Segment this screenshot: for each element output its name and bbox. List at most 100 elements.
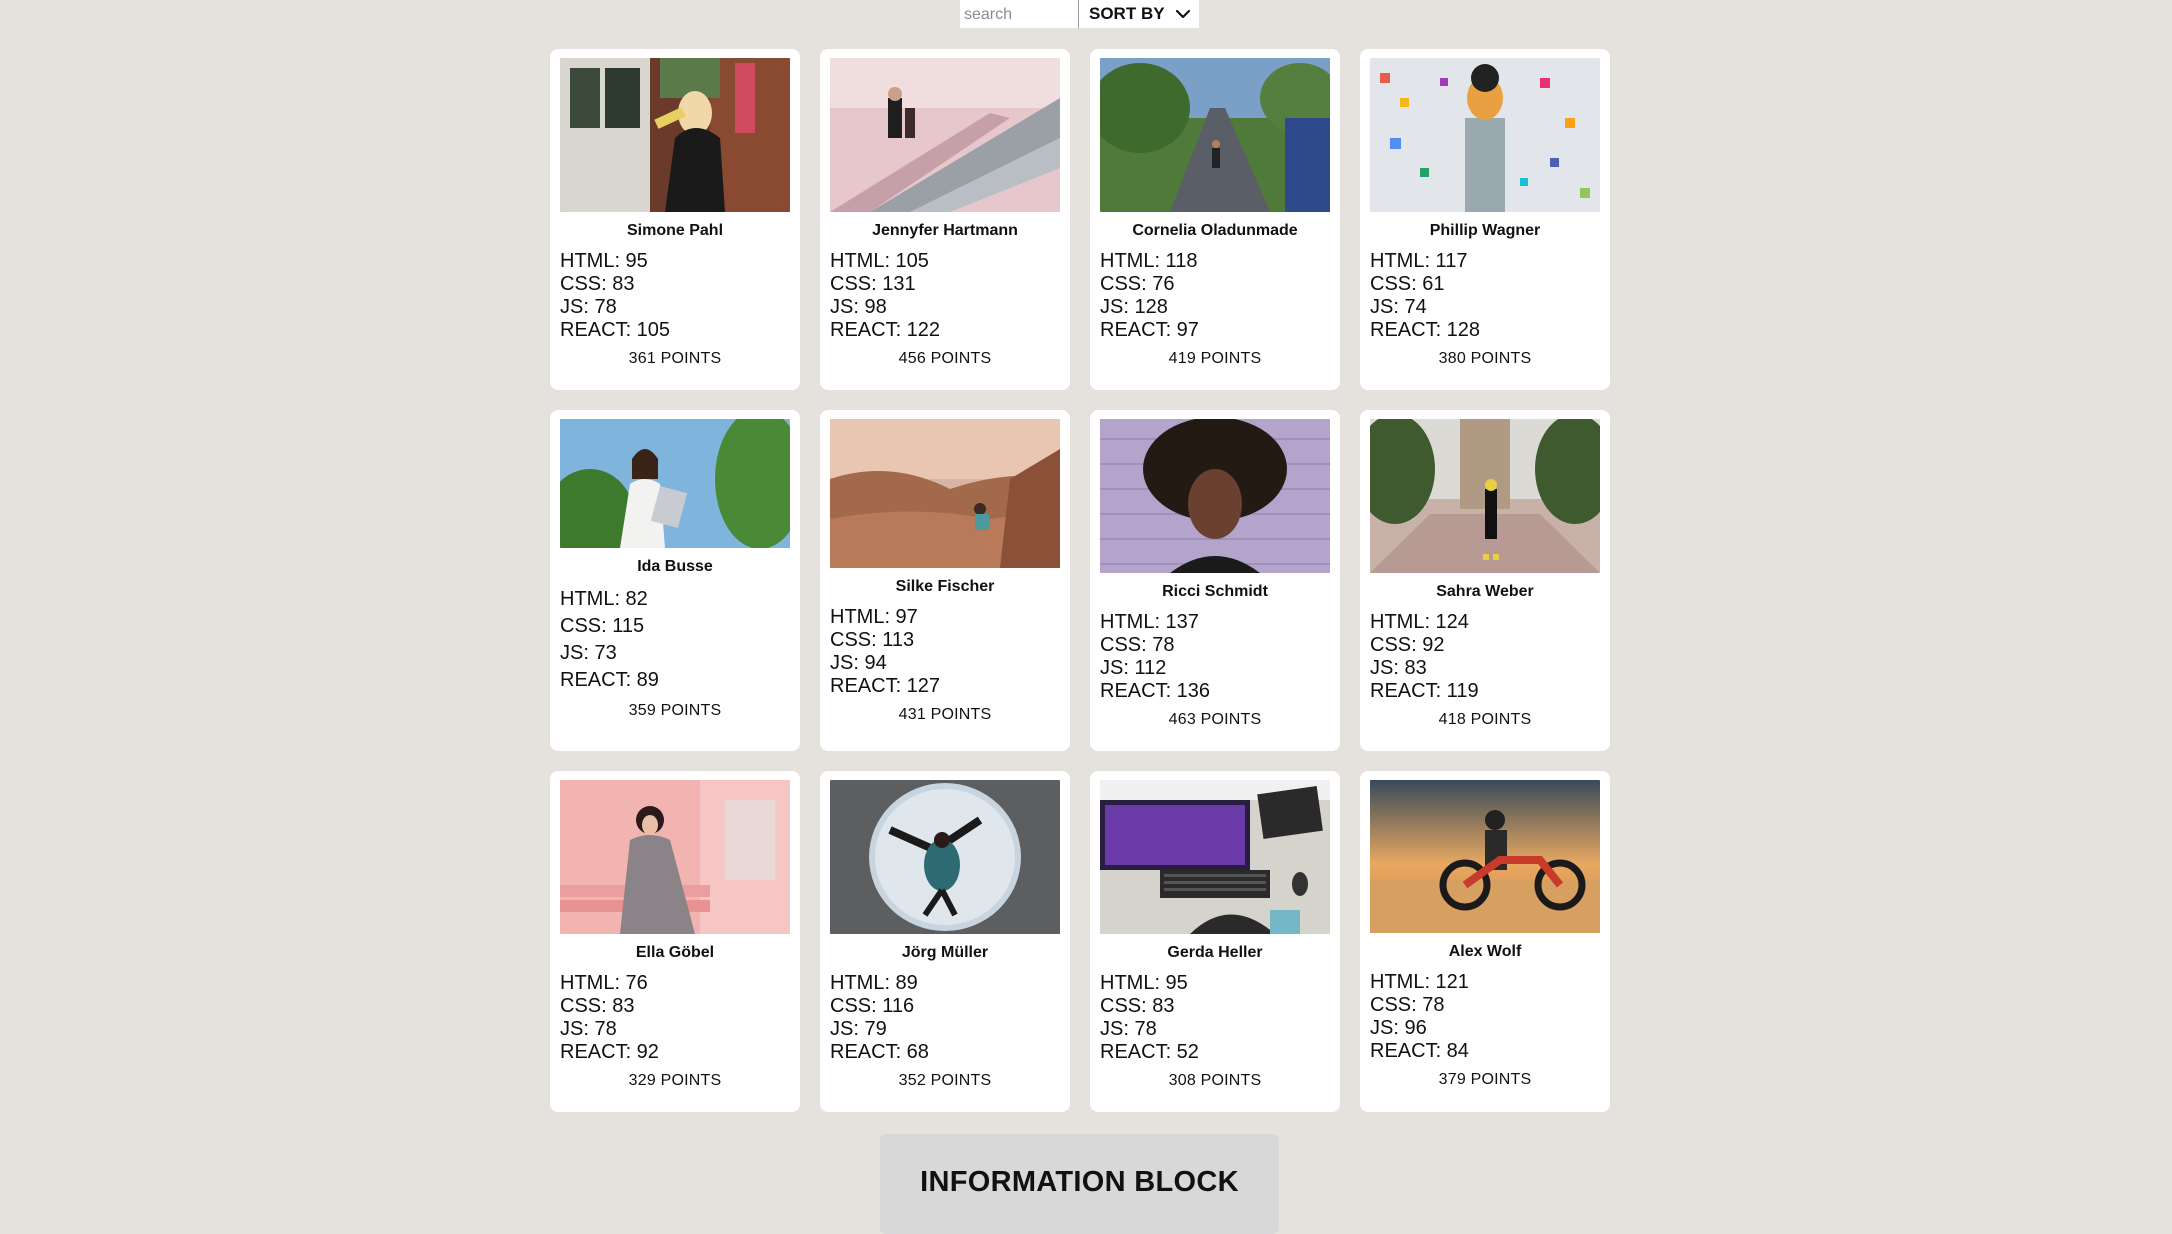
- person-name: Cornelia Oladunmade: [1132, 222, 1298, 239]
- total-points: 419 POINTS: [1168, 350, 1262, 367]
- js-score: JS: 78: [560, 296, 617, 318]
- skill-stats: HTML: 105 CSS: 131 JS: 98 REACT: 122: [830, 250, 1060, 342]
- react-score: REACT: 119: [1370, 680, 1479, 702]
- react-score: REACT: 128: [1370, 319, 1481, 341]
- css-score: CSS: 78: [1370, 994, 1445, 1016]
- css-score: CSS: 61: [1370, 273, 1445, 295]
- js-score: JS: 98: [830, 296, 887, 318]
- person-card[interactable]: Ricci Schmidt HTML: 137 CSS: 78 JS: 112 …: [1090, 410, 1340, 751]
- search-input[interactable]: [960, 0, 1079, 28]
- react-score: REACT: 136: [1100, 680, 1211, 702]
- js-score: JS: 112: [1100, 657, 1167, 679]
- person-card[interactable]: Cornelia Oladunmade HTML: 118 CSS: 76 JS…: [1090, 49, 1340, 390]
- total-points: 418 POINTS: [1438, 711, 1532, 728]
- total-points: 463 POINTS: [1168, 711, 1262, 728]
- skill-stats: HTML: 121 CSS: 78 JS: 96 REACT: 84: [1370, 971, 1600, 1063]
- css-score: CSS: 83: [560, 995, 635, 1017]
- react-score: REACT: 84: [1370, 1040, 1469, 1062]
- css-score: CSS: 115: [560, 615, 645, 637]
- html-score: HTML: 95: [560, 250, 648, 272]
- profile-photo: [560, 419, 790, 548]
- person-card[interactable]: Gerda Heller HTML: 95 CSS: 83 JS: 78 REA…: [1090, 771, 1340, 1112]
- profile-photo: [1100, 780, 1330, 934]
- html-score: HTML: 95: [1100, 972, 1188, 994]
- person-name: Ricci Schmidt: [1162, 583, 1268, 600]
- person-name: Jennyfer Hartmann: [872, 222, 1018, 239]
- skill-stats: HTML: 117 CSS: 61 JS: 74 REACT: 128: [1370, 250, 1600, 342]
- js-score: JS: 94: [830, 652, 887, 674]
- css-score: CSS: 113: [830, 629, 915, 651]
- total-points: 456 POINTS: [898, 350, 992, 367]
- html-score: HTML: 82: [560, 588, 648, 610]
- profile-photo: [830, 419, 1060, 568]
- skill-stats: HTML: 89 CSS: 116 JS: 79 REACT: 68: [830, 972, 1060, 1064]
- html-score: HTML: 76: [560, 972, 648, 994]
- total-points: 431 POINTS: [898, 706, 992, 723]
- person-card[interactable]: Phillip Wagner HTML: 117 CSS: 61 JS: 74 …: [1360, 49, 1610, 390]
- person-card[interactable]: Simone Pahl HTML: 95 CSS: 83 JS: 78 REAC…: [550, 49, 800, 390]
- html-score: HTML: 118: [1100, 250, 1198, 272]
- skill-stats: HTML: 97 CSS: 113 JS: 94 REACT: 127: [830, 606, 1060, 698]
- person-name: Phillip Wagner: [1429, 222, 1541, 239]
- css-score: CSS: 116: [830, 995, 915, 1017]
- person-name: Simone Pahl: [626, 222, 724, 239]
- css-score: CSS: 76: [1100, 273, 1175, 295]
- html-score: HTML: 121: [1370, 971, 1469, 993]
- react-score: REACT: 97: [1100, 319, 1199, 341]
- person-name: Silke Fischer: [895, 578, 995, 595]
- react-score: REACT: 52: [1100, 1041, 1199, 1063]
- skill-stats: HTML: 124 CSS: 92 JS: 83 REACT: 119: [1370, 611, 1600, 703]
- skill-stats: HTML: 118 CSS: 76 JS: 128 REACT: 97: [1100, 250, 1330, 342]
- profile-photo: [1370, 780, 1600, 933]
- profile-photo: [830, 780, 1060, 934]
- profile-photo: [1100, 419, 1330, 573]
- people-grid: Simone Pahl HTML: 95 CSS: 83 JS: 78 REAC…: [550, 49, 1610, 1112]
- js-score: JS: 74: [1370, 296, 1427, 318]
- person-card[interactable]: Silke Fischer HTML: 97 CSS: 113 JS: 94 R…: [820, 410, 1070, 751]
- skill-stats: HTML: 76 CSS: 83 JS: 78 REACT: 92: [560, 972, 790, 1064]
- total-points: 308 POINTS: [1168, 1072, 1262, 1089]
- total-points: 379 POINTS: [1438, 1071, 1532, 1088]
- person-name: Alex Wolf: [1448, 943, 1522, 960]
- js-score: JS: 78: [560, 1018, 617, 1040]
- react-score: REACT: 122: [830, 319, 941, 341]
- react-score: REACT: 68: [830, 1041, 929, 1063]
- total-points: 329 POINTS: [628, 1072, 722, 1089]
- sort-by-dropdown[interactable]: SORT BY: [1079, 0, 1199, 28]
- js-score: JS: 79: [830, 1018, 887, 1040]
- html-score: HTML: 137: [1100, 611, 1199, 633]
- chevron-down-icon: [1175, 9, 1191, 19]
- person-name: Jörg Müller: [901, 944, 989, 961]
- person-card[interactable]: Sahra Weber HTML: 124 CSS: 92 JS: 83 REA…: [1360, 410, 1610, 751]
- profile-photo: [560, 780, 790, 934]
- person-name: Sahra Weber: [1436, 583, 1534, 600]
- profile-photo: [1370, 419, 1600, 573]
- html-score: HTML: 124: [1370, 611, 1469, 633]
- person-card[interactable]: Jörg Müller HTML: 89 CSS: 116 JS: 79 REA…: [820, 771, 1070, 1112]
- css-score: CSS: 83: [1100, 995, 1175, 1017]
- react-score: REACT: 92: [560, 1041, 659, 1063]
- js-score: JS: 83: [1370, 657, 1427, 679]
- profile-photo: [1100, 58, 1330, 212]
- person-card[interactable]: Ella Göbel HTML: 76 CSS: 83 JS: 78 REACT…: [550, 771, 800, 1112]
- person-card[interactable]: Alex Wolf HTML: 121 CSS: 78 JS: 96 REACT…: [1360, 771, 1610, 1112]
- css-score: CSS: 78: [1100, 634, 1175, 656]
- html-score: HTML: 89: [830, 972, 918, 994]
- sort-by-label: SORT BY: [1089, 4, 1165, 23]
- toolbar: SORT BY: [960, 0, 1199, 28]
- skill-stats: HTML: 95 CSS: 83 JS: 78 REACT: 52: [1100, 972, 1330, 1064]
- js-score: JS: 128: [1100, 296, 1168, 318]
- react-score: REACT: 105: [560, 319, 671, 341]
- react-score: REACT: 89: [560, 669, 659, 691]
- information-block: INFORMATION BLOCK: [880, 1134, 1279, 1234]
- js-score: JS: 78: [1100, 1018, 1157, 1040]
- profile-photo: [560, 58, 790, 212]
- js-score: JS: 73: [560, 642, 617, 664]
- react-score: REACT: 127: [830, 675, 941, 697]
- person-card[interactable]: Jennyfer Hartmann HTML: 105 CSS: 131 JS:…: [820, 49, 1070, 390]
- skill-stats: HTML: 95 CSS: 83 JS: 78 REACT: 105: [560, 250, 790, 342]
- person-card[interactable]: Ida Busse HTML: 82 CSS: 115 JS: 73 REACT…: [550, 410, 800, 751]
- person-name: Ella Göbel: [635, 944, 715, 961]
- person-name: Ida Busse: [637, 558, 713, 575]
- total-points: 361 POINTS: [628, 350, 722, 367]
